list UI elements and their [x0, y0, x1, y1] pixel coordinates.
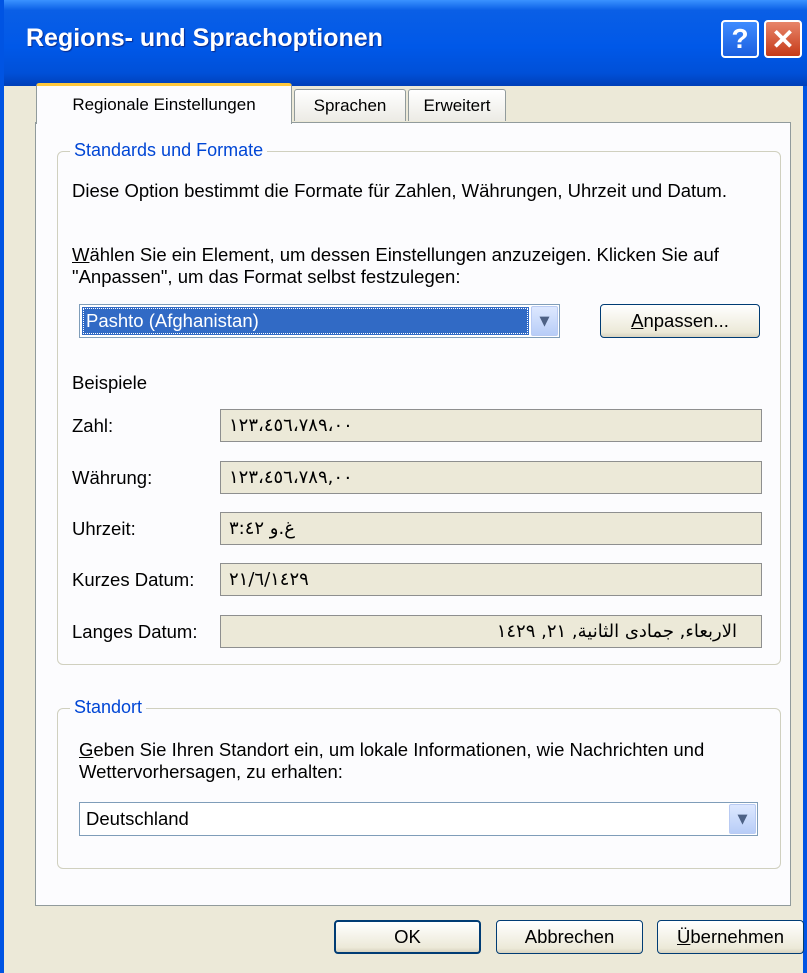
mnemonic-g: G — [79, 739, 94, 760]
help-icon[interactable]: ? — [721, 20, 759, 58]
location-select[interactable]: Deutschland ▼ — [79, 802, 758, 836]
example-label: Währung: — [72, 467, 153, 488]
mnemonic-a: A — [631, 310, 644, 331]
chevron-down-icon[interactable]: ▼ — [729, 804, 756, 834]
examples-label: Beispiele — [72, 372, 148, 393]
tab-advanced[interactable]: Erweitert — [408, 89, 506, 121]
window-title: Regions- und Sprachoptionen — [26, 24, 383, 52]
tab-languages[interactable]: Sprachen — [294, 89, 406, 121]
standards-group-label: Standards und Formate — [70, 140, 268, 161]
cancel-button[interactable]: Abbrechen — [496, 920, 643, 954]
location-select-value: Deutschland — [86, 808, 189, 829]
example-label: Langes Datum: — [72, 621, 198, 642]
format-select[interactable]: Pashto (Afghanistan) ▼ — [79, 304, 560, 338]
example-label: Kurzes Datum: — [72, 569, 195, 590]
example-label: Uhrzeit: — [72, 518, 136, 539]
location-description: Geben Sie Ihren Standort ein, um lokale … — [79, 739, 769, 783]
customize-label: npassen... — [643, 310, 729, 331]
example-number-field: ١٢٣،٤٥٦،٧٨٩،٠٠ — [220, 409, 762, 442]
example-label: Zahl: — [72, 415, 114, 436]
location-group: Standort Geben Sie Ihren Standort ein, u… — [57, 697, 781, 869]
title-bar[interactable]: Regions- und Sprachoptionen ? ✕ — [4, 0, 807, 86]
customize-button[interactable]: Anpassen... — [600, 304, 760, 338]
standards-group: Standards und Formate Diese Option besti… — [57, 140, 781, 665]
mnemonic-u: Ü — [677, 926, 691, 947]
apply-button[interactable]: Übernehmen — [657, 920, 804, 954]
format-select-value: Pashto (Afghanistan) — [82, 307, 529, 335]
apply-label: bernehmen — [690, 926, 784, 947]
dialog-window: Regions- und Sprachoptionen ? ✕ Regional… — [0, 0, 807, 973]
standards-description: Diese Option bestimmt die Formate für Za… — [72, 180, 727, 201]
location-group-label: Standort — [70, 697, 147, 718]
instruction-text: ählen Sie ein Element, um dessen Einstel… — [72, 244, 719, 287]
tab-panel: Standards und Formate Diese Option besti… — [35, 122, 791, 906]
location-text: eben Sie Ihren Standort ein, um lokale I… — [79, 739, 705, 782]
close-icon[interactable]: ✕ — [764, 20, 802, 58]
standards-instruction: Wählen Sie ein Element, um dessen Einste… — [72, 244, 762, 288]
example-currency-field: ١٢٣،٤٥٦،٧٨٩,٠٠ — [220, 461, 762, 494]
mnemonic-w: W — [72, 244, 90, 265]
ok-button[interactable]: OK — [334, 920, 481, 954]
chevron-down-icon[interactable]: ▼ — [531, 306, 558, 336]
example-long-date-field: الاربعاء, جمادى الثانية, ٢١, ١٤٢٩ — [220, 615, 762, 648]
example-time-field: غ.و ٣:٤٢ — [220, 512, 762, 545]
example-short-date-field: ٢١/٦/١٤٢٩ — [220, 563, 762, 596]
tab-regional-settings[interactable]: Regionale Einstellungen — [36, 83, 292, 124]
